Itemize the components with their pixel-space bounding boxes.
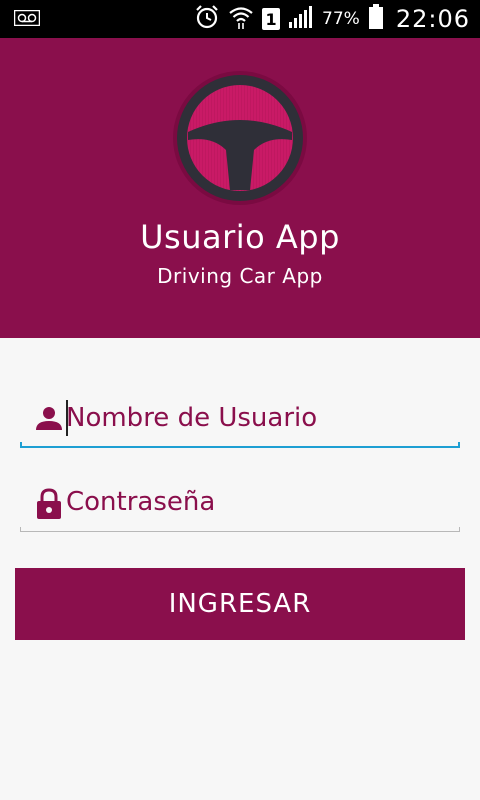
- username-input[interactable]: [66, 396, 456, 440]
- status-bar: 1 77% 22:06: [0, 0, 480, 38]
- steering-wheel-icon: [172, 70, 308, 206]
- lock-icon: [34, 488, 64, 519]
- battery-percent: 77%: [322, 9, 360, 29]
- app-header: Usuario App Driving Car App: [0, 38, 480, 338]
- login-button[interactable]: INGRESAR: [15, 568, 465, 640]
- password-input[interactable]: [66, 480, 456, 524]
- app-subtitle: Driving Car App: [157, 264, 323, 288]
- sim-slot-indicator: 1: [262, 8, 281, 30]
- wifi-icon: [228, 4, 254, 34]
- clock-time: 22:06: [395, 5, 470, 33]
- battery-icon: [368, 4, 384, 34]
- username-underline: [20, 442, 460, 448]
- text-cursor: [66, 400, 68, 436]
- app-title: Usuario App: [140, 218, 340, 256]
- password-field[interactable]: [20, 472, 460, 532]
- alarm-icon: [194, 4, 220, 34]
- username-field[interactable]: [20, 388, 460, 448]
- signal-icon: [288, 5, 314, 33]
- person-icon: [34, 404, 64, 434]
- password-underline: [20, 527, 460, 532]
- voicemail-icon: [13, 9, 41, 30]
